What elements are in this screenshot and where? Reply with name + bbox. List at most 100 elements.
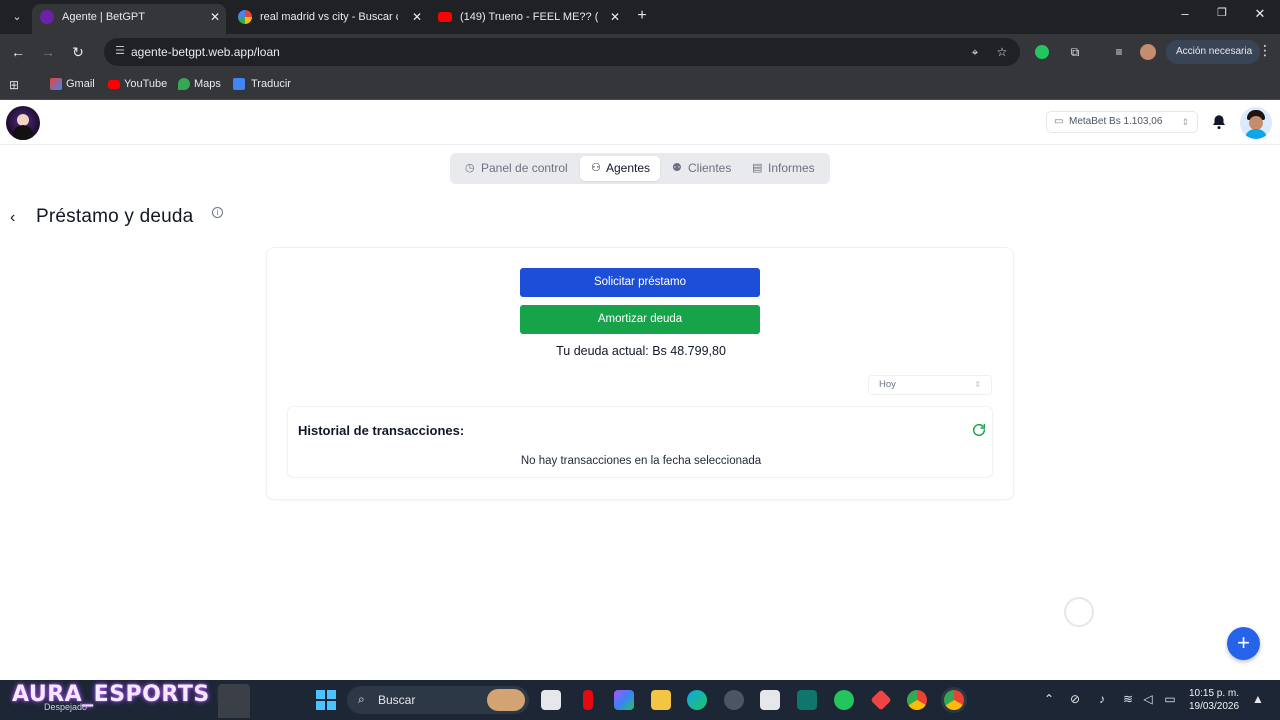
extensions-puzzle-icon[interactable]: ⧉ (1066, 43, 1084, 61)
edge-icon[interactable] (687, 690, 707, 710)
taskbar-search[interactable]: ⌕ Buscar (347, 686, 529, 714)
add-fab-button[interactable]: + (1227, 627, 1260, 660)
task-view-icon[interactable] (541, 690, 561, 710)
tray-app-icon[interactable]: ⊘ (1067, 692, 1083, 706)
youtube-icon (108, 80, 120, 89)
tab-close-icon[interactable]: ✕ (210, 4, 220, 30)
netflix-icon[interactable] (583, 690, 593, 710)
tab-title: Agente | BetGPT (62, 11, 145, 23)
users-group-icon: ⚉ (672, 162, 682, 174)
windows-start-icon[interactable] (316, 690, 336, 710)
site-settings-icon[interactable]: ☰ (112, 43, 128, 59)
info-icon[interactable]: i (212, 207, 223, 218)
tab-clientes[interactable]: ⚉ Clientes (672, 156, 731, 181)
bookmark-label: Maps (194, 78, 221, 90)
app-header: ▭ MetaBet Bs 1.103,06 ⇕ (0, 100, 1280, 145)
betgpt-logo[interactable] (6, 106, 40, 140)
browser-tab-youtube[interactable]: (149) Trueno - FEEL ME?? (Vide ✕ (430, 4, 626, 34)
wifi-icon[interactable]: ≋ (1120, 692, 1136, 706)
wallet-icon: ▭ (1054, 116, 1064, 127)
tab-title: (149) Trueno - FEEL ME?? (Vide (460, 11, 598, 23)
search-icon: ⌕ (358, 692, 365, 706)
bookmark-gmail[interactable]: Gmail (50, 70, 95, 98)
extension-green-icon[interactable] (1035, 45, 1049, 59)
tab-label: Panel de control (481, 161, 568, 175)
date-filter-select[interactable]: Hoy ⇕ (868, 375, 992, 395)
user-avatar[interactable] (1240, 107, 1272, 139)
browser-menu-icon[interactable]: ⋮ (1258, 42, 1272, 59)
betgpt-favicon-icon (40, 10, 54, 24)
minimize-icon[interactable]: – (1175, 6, 1195, 21)
steam-icon[interactable] (724, 690, 744, 710)
current-debt: Tu deuda actual: Bs 48.799,80 (556, 344, 726, 358)
tab-search-icon[interactable]: ⌄ (6, 7, 28, 27)
tab-agentes[interactable]: ⚇ Agentes (580, 156, 660, 181)
url-text: agente-betgpt.web.app/loan (131, 45, 280, 59)
loading-spinner (1064, 597, 1094, 627)
tab-close-icon[interactable]: ✕ (610, 4, 620, 30)
disney-icon[interactable] (797, 690, 817, 710)
bookmark-maps[interactable]: Maps (178, 70, 221, 98)
tray-chevron-icon[interactable]: ⌃ (1041, 692, 1057, 706)
browser-toolbar: ← → ↻ ☰ agente-betgpt.web.app/loan ⌖ ☆ ⧉… (0, 34, 1280, 70)
history-title: Historial de transacciones: (298, 423, 465, 438)
clipboard-icon: ▤ (752, 162, 763, 174)
back-icon[interactable]: ← (8, 42, 28, 62)
microphone-icon[interactable]: ♪ (1094, 692, 1110, 706)
taskbar-clock[interactable]: 10:15 p. m. 19/03/2026 (1185, 687, 1243, 713)
chevron-up-down-icon: ⇕ (1181, 117, 1189, 127)
tab-close-icon[interactable]: ✕ (412, 4, 422, 30)
browser-tab-betgpt[interactable]: Agente | BetGPT ✕ (32, 4, 226, 34)
notifications-bell-icon[interactable] (1210, 113, 1228, 131)
store-icon[interactable] (760, 690, 780, 710)
location-icon[interactable]: ⌖ (967, 44, 983, 60)
copilot-icon[interactable] (614, 690, 634, 710)
browser-tab-google[interactable]: real madrid vs city - Buscar con ✕ (230, 4, 428, 34)
bookmark-star-icon[interactable]: ☆ (994, 44, 1010, 60)
whatsapp-icon[interactable] (834, 690, 854, 710)
tab-informes[interactable]: ▤ Informes (752, 156, 815, 181)
bookmarks-bar: ⊞ Gmail YouTube Maps Traducir (0, 70, 1280, 100)
reload-icon[interactable]: ↻ (68, 42, 88, 62)
windows-taskbar: AURA_ESPORTS : Despejado ⌕ Buscar ⌃ ⊘ ♪ … (0, 680, 1280, 720)
balance-text: MetaBet Bs 1.103,06 (1069, 116, 1163, 127)
battery-icon[interactable]: ▭ (1162, 692, 1178, 706)
date-filter-value: Hoy (879, 379, 896, 390)
chrome-icon[interactable] (907, 690, 927, 710)
youtube-favicon-icon (438, 12, 452, 22)
back-arrow-icon[interactable]: ‹ (10, 208, 28, 228)
close-window-icon[interactable]: ✕ (1250, 6, 1270, 22)
bookmark-label: Gmail (66, 78, 95, 90)
streamer-webcam (218, 684, 250, 718)
chevron-up-down-icon: ⇕ (974, 380, 981, 389)
chrome-active-icon[interactable] (944, 690, 964, 710)
file-explorer-icon[interactable] (651, 690, 671, 710)
maximize-icon[interactable]: ❐ (1212, 6, 1232, 19)
clock-date: 19/03/2026 (1188, 701, 1240, 712)
maps-icon (178, 78, 190, 90)
notifications-icon[interactable]: ▲ (1250, 692, 1266, 706)
tab-label: Agentes (606, 161, 651, 175)
volume-icon[interactable]: ◁ (1140, 692, 1156, 706)
new-tab-icon[interactable]: + (632, 6, 652, 26)
media-control-icon[interactable]: ≡ (1110, 43, 1128, 61)
request-loan-button[interactable]: Solicitar préstamo (520, 268, 760, 297)
anydesk-icon[interactable] (870, 689, 892, 711)
bookmark-label: Traducir (251, 78, 291, 90)
page-title: Préstamo y deuda (36, 206, 194, 227)
balance-selector[interactable]: ▭ MetaBet Bs 1.103,06 ⇕ (1046, 111, 1198, 133)
action-needed-button[interactable]: Acción necesaria (1166, 40, 1261, 64)
tab-panel-de-control[interactable]: ◷ Panel de control (465, 156, 568, 181)
forward-icon[interactable]: → (38, 42, 58, 62)
translate-icon (233, 78, 245, 90)
clock-time: 10:15 p. m. (1188, 688, 1240, 699)
bookmark-youtube[interactable]: YouTube (108, 70, 167, 98)
empty-history-message: No hay transacciones en la fecha selecci… (520, 455, 762, 467)
address-bar[interactable]: ☰ agente-betgpt.web.app/loan ⌖ ☆ (104, 38, 1020, 66)
loan-card: Solicitar préstamo Amortizar deuda Tu de… (266, 247, 1014, 500)
bookmark-translate[interactable]: Traducir (233, 70, 291, 98)
refresh-icon[interactable] (971, 422, 987, 438)
apps-grid-icon[interactable]: ⊞ (9, 78, 23, 92)
profile-avatar-icon[interactable] (1140, 44, 1156, 60)
pay-debt-button[interactable]: Amortizar deuda (520, 305, 760, 334)
